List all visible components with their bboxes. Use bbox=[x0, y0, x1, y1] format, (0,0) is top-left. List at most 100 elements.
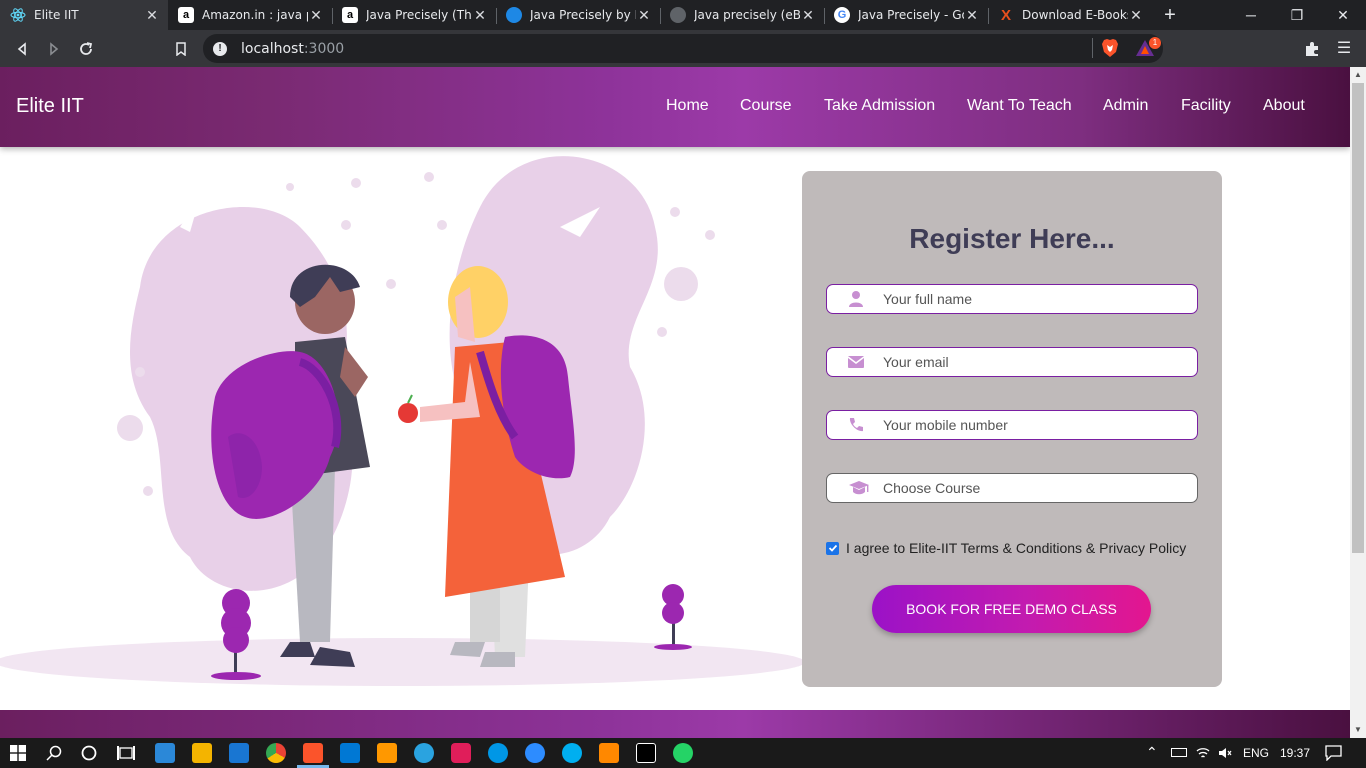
skype-icon[interactable] bbox=[562, 743, 582, 763]
url-text: localhost:3000 bbox=[241, 41, 344, 57]
graduation-cap-icon bbox=[849, 481, 869, 495]
url-port: :3000 bbox=[303, 40, 345, 57]
tab-close-icon[interactable]: ✕ bbox=[800, 7, 816, 24]
close-window-icon[interactable]: ✕ bbox=[1320, 0, 1366, 30]
amazon-icon: a bbox=[178, 7, 194, 23]
browser-tabstrip: Elite IIT ✕ a Amazon.in : java pre ✕ a J… bbox=[0, 0, 1366, 30]
email-input[interactable]: Your email bbox=[826, 347, 1198, 377]
mail-icon[interactable] bbox=[229, 743, 249, 763]
file-explorer-icon[interactable] bbox=[192, 743, 212, 763]
scroll-up-icon[interactable]: ▲ bbox=[1350, 67, 1366, 83]
register-card: Register Here... Your full name Your ema… bbox=[802, 171, 1222, 687]
site-brand[interactable]: Elite IIT bbox=[16, 95, 84, 118]
vscode-icon[interactable] bbox=[340, 743, 360, 763]
extensions-icon[interactable] bbox=[1299, 36, 1325, 62]
telegram-icon[interactable] bbox=[414, 743, 434, 763]
camera-icon[interactable] bbox=[488, 743, 508, 763]
tab-download-ebooks[interactable]: X Download E-Books ✕ bbox=[988, 0, 1152, 30]
full-name-input[interactable]: Your full name bbox=[826, 284, 1198, 314]
site-info-icon[interactable]: ! bbox=[213, 41, 227, 56]
browser-toolbar: ! localhost:3000 1 ☰ bbox=[0, 30, 1366, 67]
full-name-placeholder: Your full name bbox=[883, 291, 972, 307]
tab-title: Java Precisely - Goo bbox=[858, 8, 964, 22]
tab-amazon-book[interactable]: a Java Precisely (The M ✕ bbox=[332, 0, 496, 30]
minimize-icon[interactable]: ─ bbox=[1228, 0, 1274, 30]
tab-elite-iit[interactable]: Elite IIT ✕ bbox=[0, 0, 168, 30]
tab-close-icon[interactable]: ✕ bbox=[964, 7, 980, 24]
task-view-icon[interactable] bbox=[117, 745, 135, 761]
page-viewport: Elite IIT Home Course Take Admission Wan… bbox=[0, 67, 1350, 738]
mobile-input[interactable]: Your mobile number bbox=[826, 410, 1198, 440]
brave-shields-icon[interactable] bbox=[1101, 38, 1119, 58]
page-scrollbar[interactable]: ▲ ▼ bbox=[1350, 67, 1366, 738]
envelope-icon bbox=[847, 356, 865, 368]
menu-icon[interactable]: ☰ bbox=[1331, 36, 1357, 62]
tab-java-precisely-ebook[interactable]: Java precisely (eBoo ✕ bbox=[660, 0, 824, 30]
back-icon[interactable] bbox=[9, 36, 35, 62]
notification-icon[interactable] bbox=[1325, 745, 1342, 761]
tab-title: Download E-Books bbox=[1022, 8, 1128, 22]
nav-take-admission[interactable]: Take Admission bbox=[824, 97, 935, 115]
search-icon[interactable] bbox=[46, 745, 62, 761]
tab-title: Java Precisely (The M bbox=[366, 8, 472, 22]
nav-course[interactable]: Course bbox=[740, 97, 792, 115]
toolbar-divider bbox=[1092, 38, 1093, 58]
windows-start-icon[interactable] bbox=[10, 745, 26, 761]
scroll-down-icon[interactable]: ▼ bbox=[1350, 722, 1366, 738]
battery-icon[interactable] bbox=[1171, 748, 1187, 757]
terms-label[interactable]: I agree to Elite-IIT Terms & Conditions … bbox=[846, 540, 1186, 556]
windows-taskbar: ⌃ ENG 19:37 bbox=[0, 738, 1366, 768]
url-host: localhost bbox=[241, 40, 304, 57]
nav-about[interactable]: About bbox=[1263, 97, 1305, 115]
nav-home[interactable]: Home bbox=[666, 97, 709, 115]
tab-amazon[interactable]: a Amazon.in : java pre ✕ bbox=[168, 0, 332, 30]
forward-icon[interactable] bbox=[41, 36, 67, 62]
course-select[interactable]: Choose Course bbox=[826, 473, 1198, 503]
tab-java-precisely-pet[interactable]: Java Precisely by Pet ✕ bbox=[496, 0, 660, 30]
scroll-thumb[interactable] bbox=[1352, 83, 1364, 553]
terms-checkbox[interactable] bbox=[826, 541, 839, 555]
sublime-icon[interactable] bbox=[377, 743, 397, 763]
clock[interactable]: 19:37 bbox=[1280, 746, 1310, 760]
language-indicator[interactable]: ENG bbox=[1243, 746, 1269, 760]
site-navbar: Elite IIT Home Course Take Admission Wan… bbox=[0, 67, 1350, 147]
nav-want-to-teach[interactable]: Want To Teach bbox=[967, 97, 1072, 115]
tab-close-icon[interactable]: ✕ bbox=[308, 7, 324, 24]
phone-icon bbox=[849, 418, 863, 432]
whatsapp-icon[interactable] bbox=[673, 743, 693, 763]
tab-close-icon[interactable]: ✕ bbox=[472, 7, 488, 24]
globe-icon bbox=[670, 7, 686, 23]
wifi-icon[interactable] bbox=[1196, 746, 1210, 760]
course-placeholder: Choose Course bbox=[883, 480, 981, 496]
book-demo-button[interactable]: BOOK FOR FREE DEMO CLASS bbox=[872, 585, 1151, 633]
nav-facility[interactable]: Facility bbox=[1181, 97, 1231, 115]
tab-title: Elite IIT bbox=[34, 8, 79, 22]
address-bar[interactable]: ! localhost:3000 bbox=[203, 34, 1163, 63]
brave-icon[interactable] bbox=[303, 743, 323, 763]
mute-icon[interactable] bbox=[1218, 746, 1232, 760]
restore-icon[interactable]: ❐ bbox=[1274, 0, 1320, 30]
tab-google-books[interactable]: G Java Precisely - Goo ✕ bbox=[824, 0, 988, 30]
slack-icon[interactable] bbox=[451, 743, 471, 763]
reload-icon[interactable] bbox=[73, 36, 99, 62]
chrome-icon[interactable] bbox=[266, 743, 286, 763]
checkmark-icon bbox=[828, 544, 837, 552]
react-icon bbox=[10, 7, 26, 23]
control-panel-icon[interactable] bbox=[155, 743, 175, 763]
bookmark-icon[interactable] bbox=[168, 36, 194, 62]
mobile-placeholder: Your mobile number bbox=[883, 417, 1008, 433]
new-tab-icon[interactable]: + bbox=[1158, 3, 1182, 27]
tab-close-icon[interactable]: ✕ bbox=[636, 7, 652, 24]
tab-close-icon[interactable]: ✕ bbox=[1128, 7, 1144, 24]
vlc-icon[interactable] bbox=[599, 743, 619, 763]
tab-close-icon[interactable]: ✕ bbox=[144, 7, 160, 24]
email-placeholder: Your email bbox=[883, 354, 949, 370]
user-icon bbox=[849, 291, 863, 307]
students-illustration bbox=[0, 156, 805, 686]
nav-admin[interactable]: Admin bbox=[1103, 97, 1148, 115]
webstorm-icon[interactable] bbox=[636, 743, 656, 763]
cortana-icon[interactable] bbox=[81, 745, 97, 761]
amazon-icon: a bbox=[342, 7, 358, 23]
chevron-up-icon[interactable]: ⌃ bbox=[1146, 744, 1158, 761]
zoom-icon[interactable] bbox=[525, 743, 545, 763]
